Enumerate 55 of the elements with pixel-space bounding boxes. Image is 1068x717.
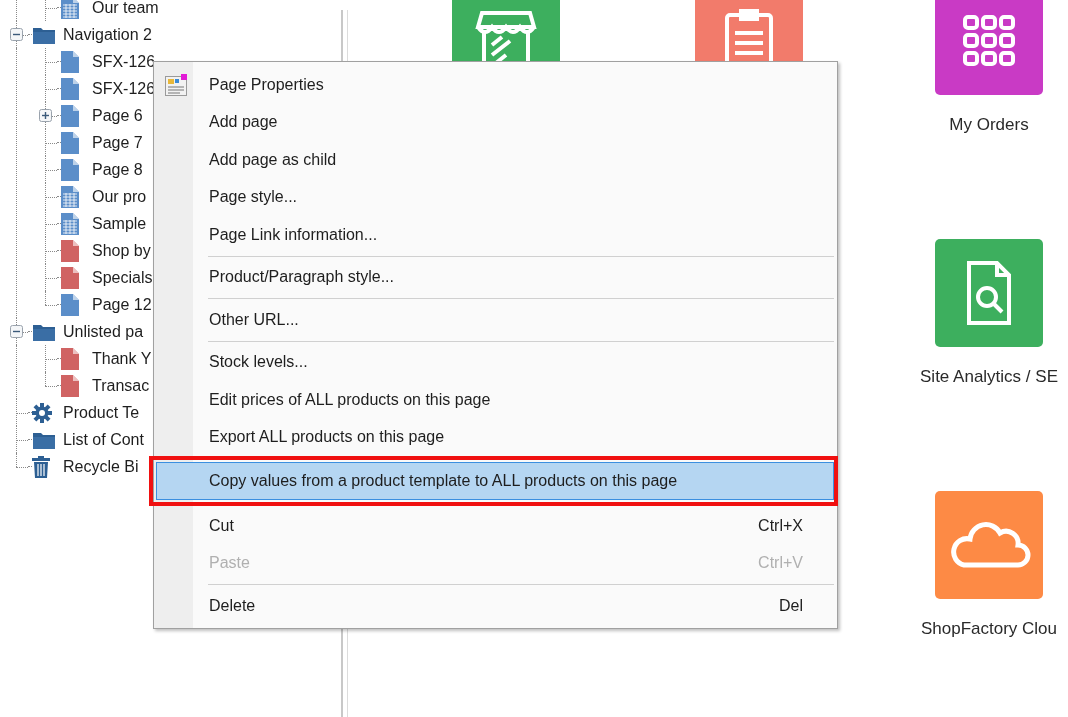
tree-item[interactable]: Page 8 <box>92 160 143 179</box>
menu-item[interactable]: Page Properties <box>156 66 834 104</box>
menu-item[interactable]: Cut Ctrl+X <box>156 507 834 545</box>
menu-item[interactable]: Stock levels... <box>156 343 834 381</box>
trash-icon <box>32 455 50 478</box>
page-icon <box>61 239 79 262</box>
page-icon <box>61 158 79 181</box>
tree-item[interactable]: Shop by <box>92 241 151 260</box>
tree-item[interactable]: Recycle Bi <box>63 457 139 476</box>
tile-label[interactable]: My Orders <box>949 115 1029 135</box>
menu-item[interactable]: Edit prices of ALL products on this page <box>156 381 834 419</box>
tree-item[interactable]: Page 12 <box>92 295 152 314</box>
menu-item[interactable]: Export ALL products on this page <box>156 418 834 456</box>
app-tile[interactable] <box>935 491 1043 599</box>
menu-item[interactable]: Add page <box>156 103 834 141</box>
page-icon <box>61 131 79 154</box>
tree-item[interactable]: Page 6 <box>92 106 143 125</box>
grid-page-icon <box>61 212 79 235</box>
menu-item[interactable]: Other URL... <box>156 301 834 339</box>
page-icon <box>61 374 79 397</box>
menu-item[interactable]: Add page as child <box>156 141 834 179</box>
page-icon <box>61 293 79 316</box>
page-properties-icon <box>165 73 187 96</box>
tree-item[interactable]: Our team <box>92 0 159 17</box>
app-tile[interactable] <box>935 0 1043 95</box>
page-icon <box>61 50 79 73</box>
page-icon <box>61 104 79 127</box>
app-tile[interactable] <box>935 239 1043 347</box>
tree-item[interactable]: Page 7 <box>92 133 143 152</box>
tree-item[interactable]: List of Cont <box>63 430 144 449</box>
expand-icon[interactable] <box>38 109 52 122</box>
tree-item[interactable]: Thank Y <box>92 349 152 368</box>
tree-item[interactable]: Our pro <box>92 187 147 206</box>
tree-item[interactable]: Product Te <box>63 403 140 422</box>
tree-item[interactable]: SFX-126 <box>92 52 156 71</box>
collapse-icon[interactable] <box>9 325 23 338</box>
collapse-icon[interactable] <box>9 28 23 41</box>
tree-item[interactable]: Navigation 2 <box>63 25 152 44</box>
gear-icon <box>32 402 52 423</box>
menu-item[interactable]: Delete Del <box>156 587 834 625</box>
grid-page-icon <box>61 185 79 208</box>
menu-item[interactable]: Product/Paragraph style... <box>156 258 834 296</box>
menu-item[interactable]: Page Link information... <box>156 216 834 254</box>
tree-item[interactable]: Transac <box>92 376 150 395</box>
menu-item[interactable]: Copy values from a product template to ALL products on this page <box>156 462 834 500</box>
tile-label[interactable]: Site Analytics / SE <box>920 367 1058 387</box>
page-icon <box>61 347 79 370</box>
page-icon <box>61 77 79 100</box>
tree-item[interactable]: Specials <box>92 268 153 287</box>
tree-item[interactable]: Unlisted pa <box>63 322 144 341</box>
tree-item[interactable]: SFX-126 <box>92 79 156 98</box>
tree-item[interactable]: Sample <box>92 214 147 233</box>
menu-item[interactable]: Page style... <box>156 178 834 216</box>
tile-label[interactable]: ShopFactory Clou <box>920 619 1058 639</box>
page-icon <box>61 266 79 289</box>
